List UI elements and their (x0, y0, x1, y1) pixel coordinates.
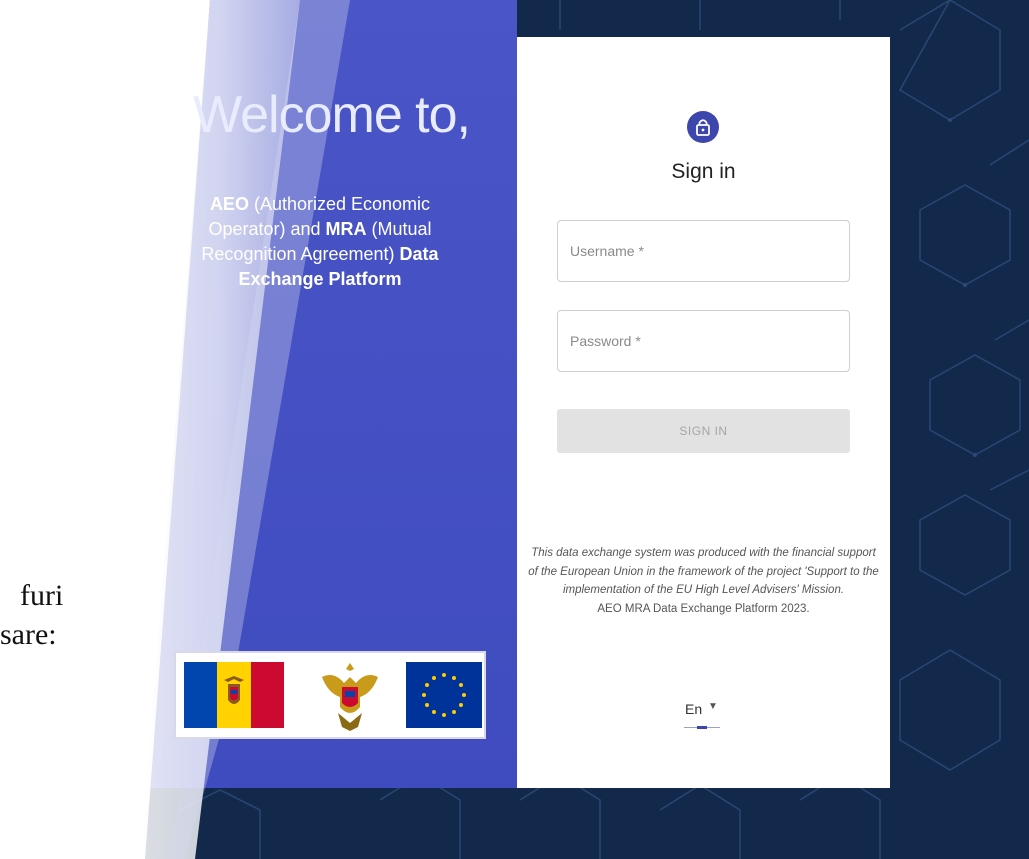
sign-in-title: Sign in (671, 160, 736, 183)
username-field[interactable] (557, 220, 850, 282)
eu-flag-icon (406, 662, 482, 728)
password-field[interactable] (557, 310, 850, 372)
chevron-down-icon: ▼ (708, 701, 718, 712)
side-text-line1: furi (20, 579, 64, 612)
side-text-line2: sare: (0, 618, 57, 651)
funding-statement: This data exchange system was produced w… (528, 547, 879, 596)
username-input[interactable] (558, 221, 849, 281)
slide-side-text: furi sare: (0, 576, 120, 654)
language-label: En (685, 701, 703, 717)
welcome-title: Welcome to, (192, 86, 471, 144)
lock-icon (696, 119, 710, 136)
copyright-text: AEO MRA Data Exchange Platform 2023. (597, 602, 810, 615)
desc-bold-aeo: AEO (209, 194, 249, 214)
password-input[interactable] (558, 311, 849, 371)
language-selector[interactable]: En ▼ (681, 697, 731, 737)
moldova-flag-icon (184, 662, 284, 728)
language-indicator (697, 726, 707, 729)
lock-avatar (687, 111, 719, 143)
platform-description: AEO (Authorized Economic Operator) and M… (170, 192, 470, 292)
desc-bold-mra: MRA (325, 219, 367, 239)
funding-footnote: This data exchange system was produced w… (525, 544, 882, 618)
coat-of-arms-icon (322, 663, 378, 731)
sign-in-button[interactable]: SIGN IN (557, 409, 850, 453)
flags-banner (174, 651, 486, 739)
